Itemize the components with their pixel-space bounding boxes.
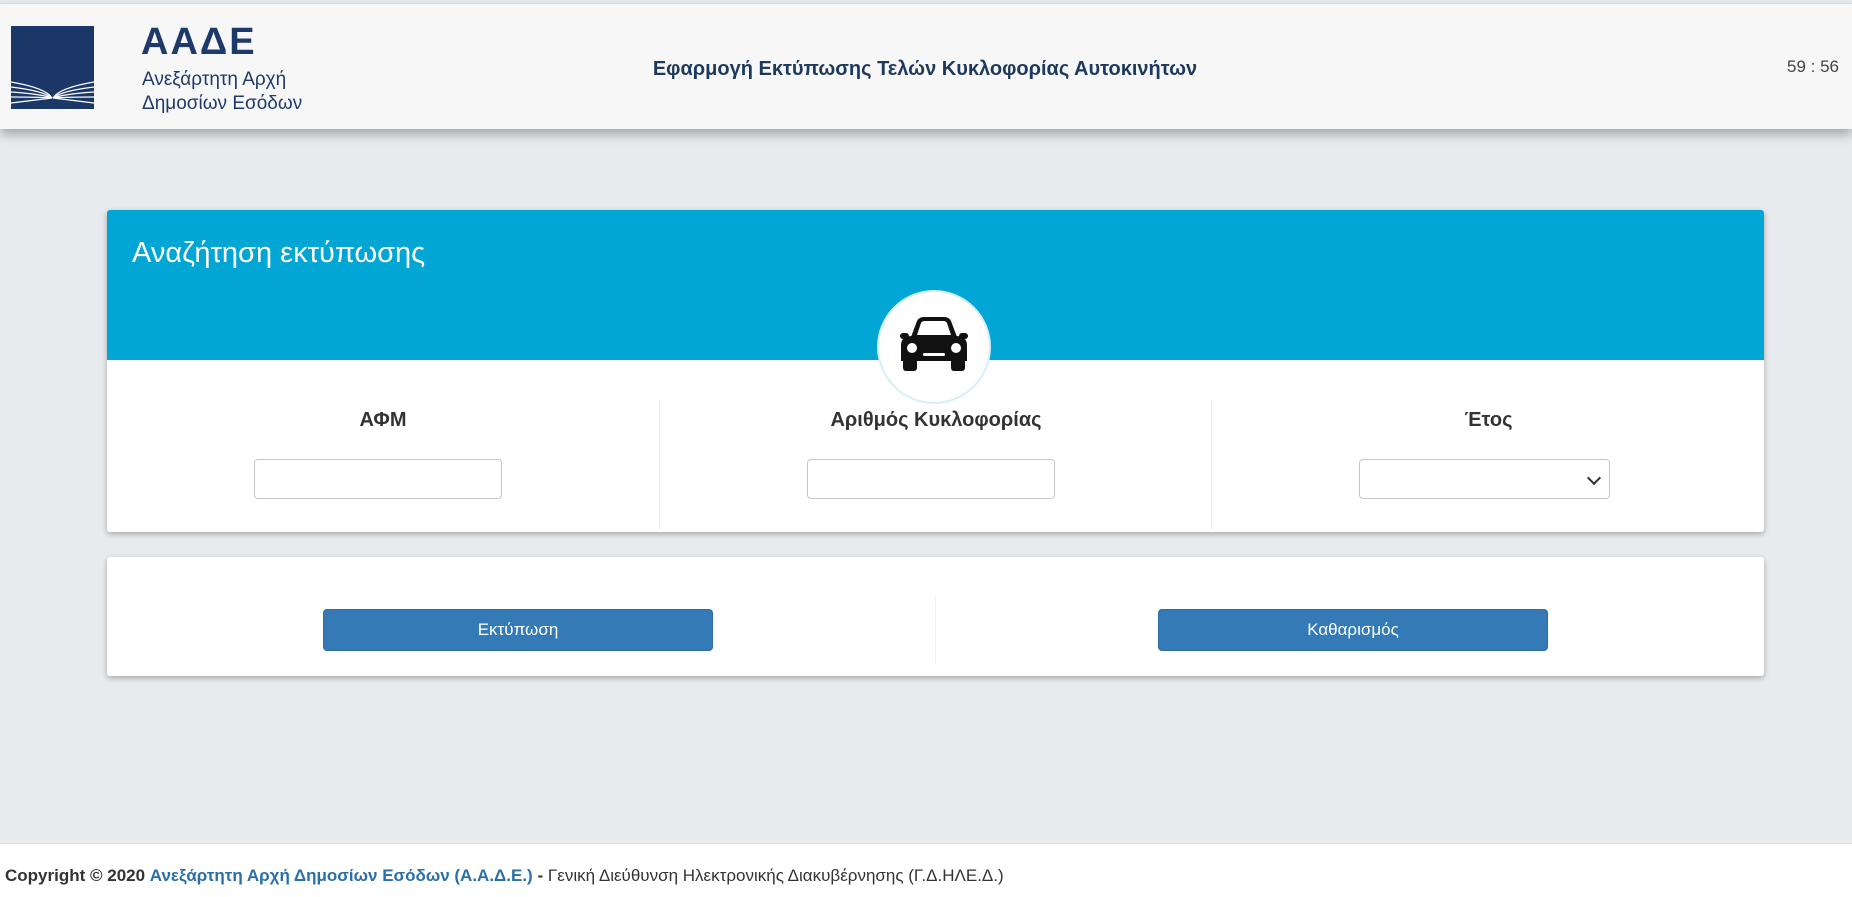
year-label: Έτος	[1464, 409, 1513, 431]
app-header: ΑΑΔΕ Ανεξάρτητη Αρχή Δημοσίων Εσόδων Εφα…	[0, 3, 1852, 129]
footer-separator: -	[537, 866, 544, 885]
search-card: Αναζήτηση εκτύπωσης ΑΦΜ Αριθμός Κυκλοφορ…	[107, 210, 1764, 532]
footer-org-link[interactable]: Ανεξάρτητη Αρχή Δημοσίων Εσόδων (Α.Α.Δ.Ε…	[150, 866, 533, 885]
app-title: Εφαρμογή Εκτύπωσης Τελών Κυκλοφορίας Αυτ…	[0, 58, 1852, 81]
page-footer: Copyright © 2020 Ανεξάρτητη Αρχή Δημοσίω…	[0, 843, 1852, 897]
footer-division: Γενική Διεύθυνση Ηλεκτρονικής Διακυβέρνη…	[547, 866, 1004, 885]
plate-number-input[interactable]	[807, 459, 1055, 499]
afm-field-group: ΑΦΜ	[107, 400, 659, 530]
session-timer: 59 : 56	[1787, 57, 1839, 76]
year-select[interactable]	[1359, 459, 1610, 499]
actions-card: Εκτύπωση Καθαρισμός	[107, 557, 1764, 676]
afm-input[interactable]	[254, 459, 502, 499]
clear-button[interactable]: Καθαρισμός	[1158, 609, 1548, 651]
car-icon	[900, 317, 968, 371]
brand-subtitle-line2: Δημοσίων Εσόδων	[142, 93, 303, 114]
app-title-text: Εφαρμογή Εκτύπωσης Τελών Κυκλοφορίας Αυτ…	[652, 58, 1198, 80]
search-card-title: Αναζήτηση εκτύπωσης	[132, 237, 426, 269]
plate-field-group: Αριθμός Κυκλοφορίας	[659, 400, 1212, 530]
footer-copyright: Copyright © 2020	[5, 866, 146, 885]
footer-text: Copyright © 2020 Ανεξάρτητη Αρχή Δημοσίω…	[5, 866, 1004, 886]
print-button[interactable]: Εκτύπωση	[323, 609, 713, 651]
plate-number-label: Αριθμός Κυκλοφορίας	[830, 409, 1042, 431]
afm-label: ΑΦΜ	[359, 409, 407, 431]
actions-divider	[935, 595, 936, 665]
chevron-down-icon	[1586, 470, 1602, 486]
car-icon-badge	[879, 292, 989, 402]
year-field-group: Έτος	[1211, 400, 1765, 530]
